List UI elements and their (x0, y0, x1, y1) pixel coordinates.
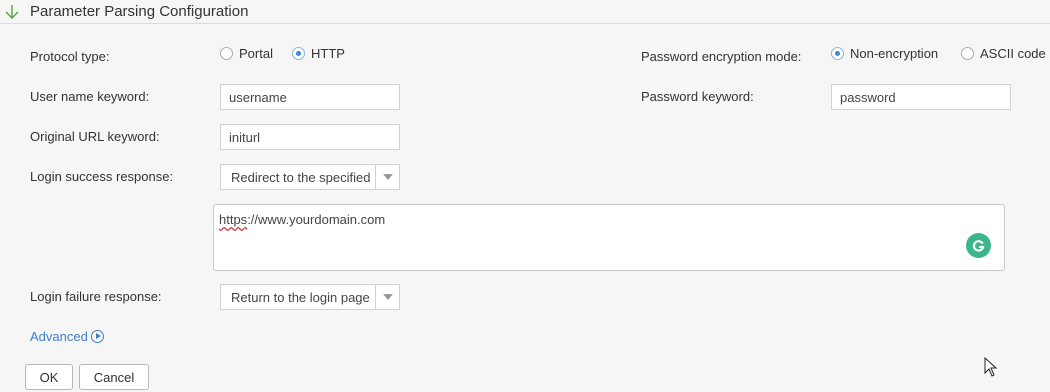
dropdown-arrow-icon[interactable] (375, 285, 399, 309)
password-keyword-input[interactable] (831, 84, 1011, 110)
login-success-value: Redirect to the specified (231, 169, 371, 185)
grammarly-icon[interactable] (966, 233, 991, 258)
advanced-label: Advanced (30, 329, 88, 344)
password-keyword-label: Password keyword: (641, 89, 754, 104)
cancel-button[interactable]: Cancel (79, 364, 149, 390)
advanced-link[interactable]: Advanced (30, 329, 104, 344)
section-title: Parameter Parsing Configuration (30, 3, 249, 20)
login-failure-value: Return to the login page (231, 289, 370, 305)
section-header[interactable]: Parameter Parsing Configuration (0, 0, 1050, 24)
radio-label: Portal (239, 46, 273, 61)
login-failure-select[interactable]: Return to the login page (220, 284, 400, 310)
protocol-portal-radio[interactable]: Portal (220, 46, 273, 61)
radio-dot-selected (831, 47, 844, 60)
redirect-url-protocol: https (219, 212, 248, 227)
login-failure-label: Login failure response: (30, 289, 162, 304)
expand-play-icon (90, 330, 104, 343)
redirect-url-textarea[interactable]: https://www.yourdomain.com (213, 204, 1005, 271)
radio-dot (220, 47, 233, 60)
encryption-none-radio[interactable]: Non-encryption (831, 46, 938, 61)
radio-label: HTTP (311, 46, 345, 61)
radio-dot (961, 47, 974, 60)
parameter-parsing-page: Parameter Parsing Configuration Protocol… (0, 0, 1050, 392)
radio-dot-selected (292, 47, 305, 60)
protocol-type-label: Protocol type: (30, 49, 110, 64)
original-url-keyword-input[interactable] (220, 124, 400, 150)
radio-label: ASCII code (980, 46, 1046, 61)
username-keyword-input[interactable] (220, 84, 400, 110)
dropdown-arrow-icon[interactable] (375, 165, 399, 189)
password-encryption-label: Password encryption mode: (641, 49, 802, 64)
ok-button[interactable]: OK (25, 364, 73, 390)
mouse-cursor-icon (984, 357, 998, 377)
original-url-keyword-label: Original URL keyword: (30, 129, 160, 144)
radio-label: Non-encryption (850, 46, 939, 61)
login-success-label: Login success response: (30, 169, 174, 184)
redirect-url-rest: ://www.yourdomain.com (247, 212, 386, 227)
collapse-arrow-icon[interactable] (4, 4, 20, 20)
username-keyword-label: User name keyword: (30, 89, 150, 104)
protocol-http-radio[interactable]: HTTP (292, 46, 345, 61)
encryption-ascii-radio[interactable]: ASCII code (961, 46, 1046, 61)
login-success-select[interactable]: Redirect to the specified (220, 164, 400, 190)
